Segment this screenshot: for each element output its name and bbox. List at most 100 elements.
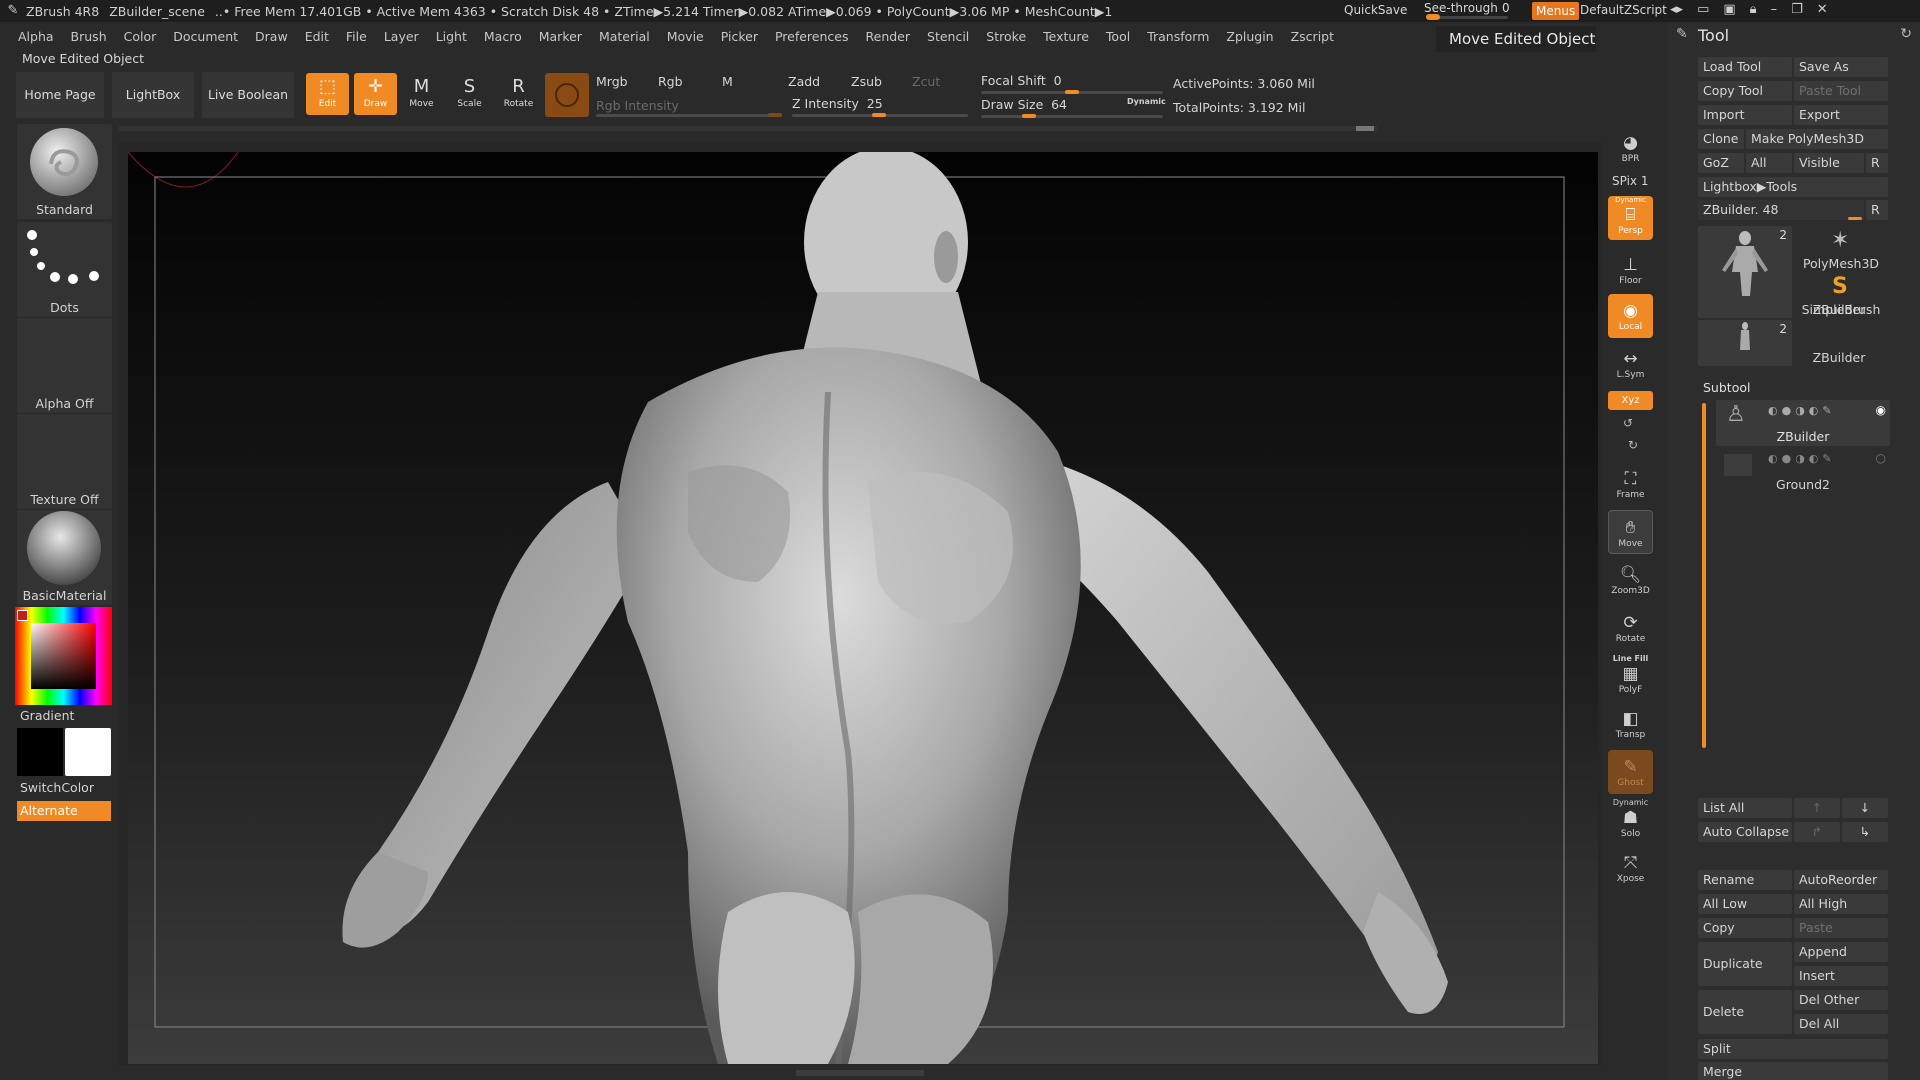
insert-button[interactable]: Insert: [1794, 966, 1888, 986]
rgb-intensity-knob[interactable]: [768, 113, 782, 117]
scale-mode-button[interactable]: S Scale: [448, 73, 491, 115]
default-zscript-button[interactable]: DefaultZScript: [1580, 3, 1667, 17]
alpha-selector[interactable]: Alpha Off: [17, 318, 112, 413]
sculpt-viewport[interactable]: [128, 152, 1598, 1064]
import-button[interactable]: Import: [1698, 105, 1792, 125]
move-up-arrow-icon[interactable]: ↑: [1794, 798, 1840, 818]
all-low-button[interactable]: All Low: [1698, 894, 1792, 914]
focal-shift-knob[interactable]: [1065, 90, 1079, 94]
stroke-selector[interactable]: Dots: [17, 222, 112, 317]
xpose-button[interactable]: ⤧ Xpose: [1608, 846, 1653, 890]
lightbox-button[interactable]: LightBox: [112, 72, 194, 118]
merge-menu[interactable]: Merge: [1698, 1062, 1888, 1080]
pin-icon[interactable]: ✎: [1676, 26, 1688, 42]
palette-refresh-icon[interactable]: ↻: [1900, 26, 1912, 42]
menu-layer[interactable]: Layer: [384, 29, 419, 44]
insert-arrow-icon[interactable]: ↳: [1842, 822, 1888, 842]
lsym-button[interactable]: ↔ L.Sym: [1608, 342, 1653, 386]
clone-button[interactable]: Clone: [1698, 129, 1744, 149]
all-high-button[interactable]: All High: [1794, 894, 1888, 914]
goz-visible-button[interactable]: Visible: [1794, 153, 1864, 173]
paste-subtool-button[interactable]: Paste: [1794, 918, 1888, 938]
subtool-scrollbar[interactable]: [1702, 403, 1706, 748]
menu-document[interactable]: Document: [173, 29, 238, 44]
dynamic-toggle[interactable]: Dynamic: [1127, 97, 1166, 106]
rotate-view-button[interactable]: ⟳ Rotate: [1608, 606, 1653, 650]
zsub-button[interactable]: Zsub: [851, 74, 882, 89]
z-rotation-icon[interactable]: ↻: [1628, 438, 1638, 452]
del-other-button[interactable]: Del Other: [1794, 990, 1888, 1010]
edit-mode-button[interactable]: ⬚ Edit: [306, 73, 349, 115]
visibility-eye-icon[interactable]: ○: [1876, 451, 1886, 465]
m-button[interactable]: M: [722, 74, 733, 89]
subtool-toggle-icons[interactable]: ◐●◑◐✎: [1768, 452, 1836, 465]
secondary-color-swatch[interactable]: [17, 728, 63, 776]
draw-mode-button[interactable]: ✛ Draw: [354, 73, 397, 115]
frame-button[interactable]: ⛶ Frame: [1608, 462, 1653, 506]
quicksave-button[interactable]: QuickSave: [1344, 3, 1407, 17]
material-selector[interactable]: BasicMaterial: [17, 510, 112, 605]
menu-color[interactable]: Color: [124, 29, 157, 44]
del-all-button[interactable]: Del All: [1794, 1014, 1888, 1034]
rename-button[interactable]: Rename: [1698, 870, 1792, 890]
menu-zscript[interactable]: Zscript: [1291, 29, 1334, 44]
xyz-rotation-button[interactable]: Xyz: [1608, 391, 1653, 410]
menu-tool[interactable]: Tool: [1106, 29, 1130, 44]
tool-thumb-zbuilder-2[interactable]: 2 ZBuilder: [1698, 320, 1865, 366]
visibility-eye-icon[interactable]: ◉: [1876, 403, 1886, 417]
move-mode-button[interactable]: M Move: [400, 73, 443, 115]
append-button[interactable]: Append: [1794, 942, 1888, 962]
menu-alpha[interactable]: Alpha: [18, 29, 54, 44]
ghost-button[interactable]: ✎ Ghost: [1608, 750, 1653, 794]
copy-tool-button[interactable]: Copy Tool: [1698, 81, 1792, 101]
bottom-tray-handle[interactable]: [796, 1070, 924, 1076]
tool-thumb-zbuilder[interactable]: 2 ZBuilder: [1698, 226, 1865, 318]
menu-light[interactable]: Light: [436, 29, 467, 44]
menu-preferences[interactable]: Preferences: [775, 29, 849, 44]
focal-shift-slider[interactable]: Focal Shift 0: [981, 73, 1163, 91]
layout-icon[interactable]: ▭: [1697, 2, 1709, 17]
auto-collapse-button[interactable]: Auto Collapse: [1698, 822, 1792, 842]
menu-draw[interactable]: Draw: [255, 29, 288, 44]
menu-stroke[interactable]: Stroke: [986, 29, 1026, 44]
goz-r-button[interactable]: R: [1866, 153, 1888, 173]
goz-button[interactable]: GoZ: [1698, 153, 1744, 173]
interface-icon[interactable]: ◂▸: [1670, 2, 1683, 17]
menu-macro[interactable]: Macro: [484, 29, 522, 44]
subtool-row-ground[interactable]: ◐●◑◐✎ ○ Ground2: [1716, 448, 1890, 494]
list-all-button[interactable]: List All: [1698, 798, 1792, 818]
menu-material[interactable]: Material: [599, 29, 650, 44]
local-button[interactable]: ◉ Local: [1608, 294, 1653, 338]
alternate-button[interactable]: Alternate: [17, 801, 111, 821]
tool-slider-knob[interactable]: [1848, 217, 1862, 220]
rotate-mode-button[interactable]: R Rotate: [497, 73, 540, 115]
rgb-intensity-slider[interactable]: Rgb Intensity: [596, 98, 679, 113]
main-color-swatch[interactable]: [65, 728, 111, 776]
rgb-button[interactable]: Rgb: [658, 74, 683, 89]
draw-size-knob[interactable]: [1022, 114, 1036, 118]
color-picker[interactable]: [15, 607, 112, 705]
menu-file[interactable]: File: [346, 29, 367, 44]
autoreorder-button[interactable]: AutoReorder: [1794, 870, 1888, 890]
z-intensity-knob[interactable]: [872, 113, 886, 117]
shelf-scrollbar[interactable]: [119, 126, 1377, 131]
layout-alt-icon[interactable]: ▣: [1723, 2, 1735, 17]
see-through-slider[interactable]: See-through 0: [1424, 1, 1510, 20]
tool-slider[interactable]: ZBuilder. 48: [1698, 200, 1864, 220]
color-square[interactable]: [31, 623, 96, 689]
menu-zplugin[interactable]: Zplugin: [1226, 29, 1273, 44]
transp-button[interactable]: ◧ Transp: [1608, 702, 1653, 746]
paste-tool-button[interactable]: Paste Tool: [1794, 81, 1888, 101]
copy-subtool-button[interactable]: Copy: [1698, 918, 1792, 938]
mrgb-button[interactable]: Mrgb: [596, 74, 628, 89]
brush-selector[interactable]: Standard: [17, 124, 112, 219]
menu-edit[interactable]: Edit: [305, 29, 329, 44]
tool-slider-r-button[interactable]: R: [1866, 200, 1888, 220]
load-tool-button[interactable]: Load Tool: [1698, 57, 1792, 77]
spix-slider[interactable]: SPix 1: [1612, 174, 1648, 188]
zoom3d-button[interactable]: 🔍︎ Zoom3D: [1608, 558, 1653, 602]
menu-render[interactable]: Render: [866, 29, 911, 44]
menu-stencil[interactable]: Stencil: [927, 29, 969, 44]
texture-selector[interactable]: Texture Off: [17, 414, 112, 509]
shelf-scroll-thumb[interactable]: [1356, 126, 1374, 131]
